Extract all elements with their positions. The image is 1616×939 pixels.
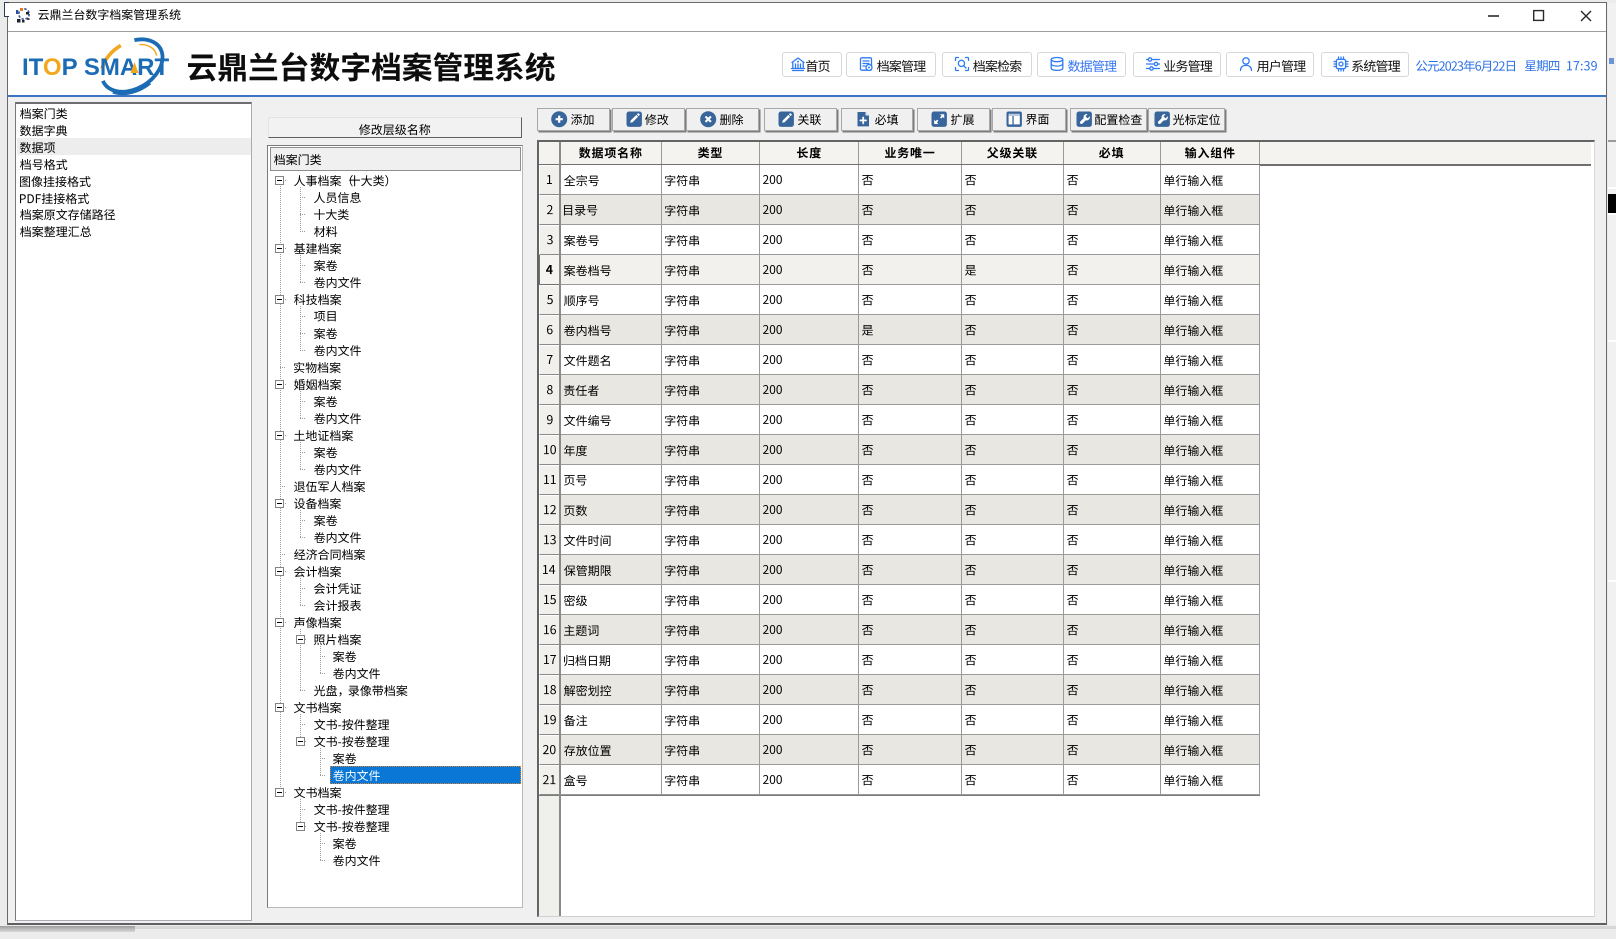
svg-text:ITOP SMART: ITOP SMART — [22, 54, 169, 81]
